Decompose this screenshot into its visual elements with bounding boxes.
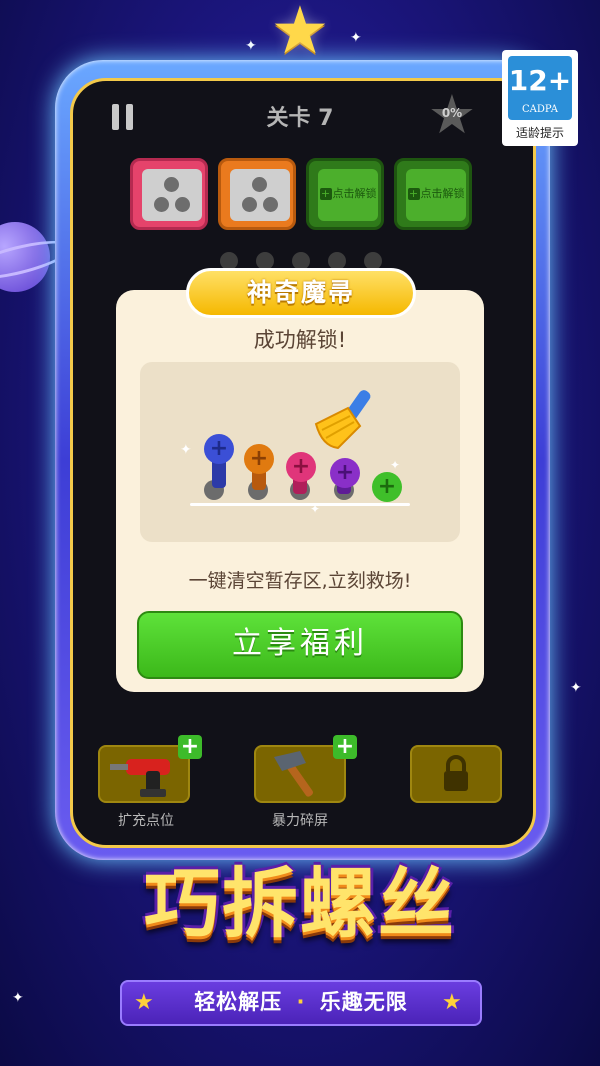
- screw-orange-icon: +: [244, 444, 274, 474]
- unlock-label: 点击解锁: [332, 187, 377, 200]
- slot-3-locked[interactable]: + 点击解锁: [306, 158, 384, 230]
- game-title: 巧拆螺丝: [144, 859, 456, 948]
- screw-green-icon: +: [372, 472, 402, 502]
- pause-button[interactable]: [112, 104, 136, 130]
- drill-icon: [110, 759, 170, 797]
- level-label: 关卡 7: [266, 106, 334, 131]
- plus-icon: +: [407, 187, 420, 200]
- tool-expand-slot[interactable]: [98, 745, 190, 803]
- slot-1: [130, 158, 208, 230]
- broom-icon: [314, 390, 371, 450]
- hammer-icon: [274, 751, 313, 797]
- unlock-label: 点击解锁: [420, 187, 465, 200]
- screw-blue-icon: +: [204, 434, 234, 464]
- slot-4-locked[interactable]: + 点击解锁: [394, 158, 472, 230]
- add-icon[interactable]: +: [333, 735, 357, 759]
- add-icon[interactable]: +: [178, 735, 202, 759]
- tagline: 轻松解压 · 乐趣无限: [194, 990, 408, 1014]
- tagline-right: 乐趣无限: [319, 990, 408, 1014]
- broom-illustration: + + + + + ✦ ✦ ✦: [140, 362, 460, 542]
- tagline-left: 轻松解压: [194, 990, 283, 1014]
- screw-pink-icon: +: [286, 452, 316, 482]
- tool-locked[interactable]: [410, 745, 502, 803]
- plus-icon: +: [319, 187, 332, 200]
- modal-title: 神奇魔帚: [186, 268, 416, 318]
- rating-tip: 适龄提示: [515, 126, 564, 140]
- modal-message: 成功解锁!: [253, 328, 347, 352]
- screw-purple-icon: +: [330, 458, 360, 488]
- rating-org: CADPA: [522, 104, 558, 115]
- lock-icon: [444, 755, 468, 791]
- sparkle-icon: ✦: [350, 30, 362, 46]
- screw-rail: [190, 503, 410, 506]
- star-icon: ★: [270, 0, 330, 69]
- claim-reward-button[interactable]: 立享福利: [137, 611, 463, 679]
- sparkle-icon: ✦: [245, 38, 257, 54]
- sparkle-icon: ✦: [570, 680, 582, 696]
- age-rating-badge: 12+ CADPA 适龄提示: [502, 50, 578, 146]
- tool-label-smash: 暴力碎屏: [272, 813, 328, 829]
- tool-label-expand: 扩充点位: [118, 813, 174, 829]
- slot-2: [218, 158, 296, 230]
- sparkle-icon: ✦: [12, 990, 24, 1006]
- age-rating: 12+: [508, 64, 572, 97]
- progress-percent: 0%: [441, 106, 463, 120]
- modal-description: 一键清空暂存区,立刻救场!: [188, 570, 412, 592]
